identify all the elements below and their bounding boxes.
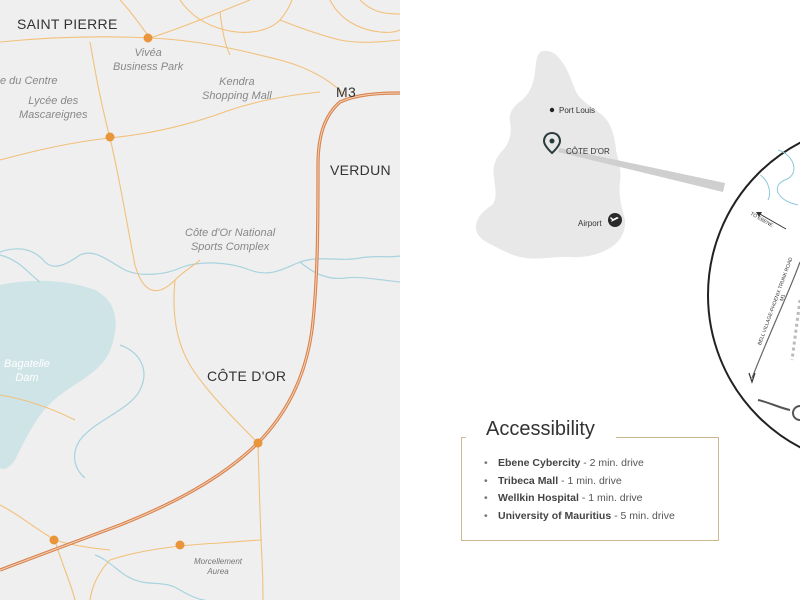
destination-name: Tribeca Mall xyxy=(498,474,559,487)
drive-time: - 1 min. drive xyxy=(578,492,643,504)
label-centre: e du Centre xyxy=(0,75,58,87)
label-saint-pierre: SAINT PIERRE xyxy=(17,16,118,32)
destination-name: University of Mauritius xyxy=(498,509,612,522)
label-island-cote-dor: CÔTE D'OR xyxy=(566,147,610,156)
destination-name: Ebene Cybercity xyxy=(498,457,581,469)
label-verdun: VERDUN xyxy=(330,162,391,178)
label-kendra-shopping-mall: Kendra Shopping Mall xyxy=(202,76,272,102)
list-item: • Wellkin Hospital - 1 min. drive xyxy=(484,492,643,504)
airplane-icon xyxy=(608,213,622,227)
port-louis-dot xyxy=(549,107,555,113)
label-m3: M3 xyxy=(336,84,357,100)
drive-time: - 5 min. drive xyxy=(611,509,675,522)
accessibility-title: Accessibility xyxy=(486,418,601,441)
list-item: • Tribeca Mall - 1 min. drive xyxy=(484,474,622,487)
list-item: • University of Mauritius - 5 min. drive xyxy=(484,509,675,522)
label-cote-dor: CÔTE D'OR xyxy=(207,368,287,384)
list-item: • Ebene Cybercity - 2 min. drive xyxy=(484,457,644,469)
destination-name: Wellkin Hospital xyxy=(498,492,579,504)
label-lycee-des-mascareignes: Lycée des Mascareignes xyxy=(19,95,88,121)
label-airport: Airport xyxy=(578,219,602,228)
label-sports-complex: Côte d'Or National Sports Complex xyxy=(185,227,276,253)
label-port-louis: Port Louis xyxy=(559,106,596,115)
area-map[interactable]: SAINT PIERRE Vivéa Business Park e du Ce… xyxy=(0,0,400,600)
drive-time: - 2 min. drive xyxy=(580,457,644,469)
label-bagatelle-dam: Bagatelle Dam xyxy=(4,358,50,384)
accessibility-list: • Ebene Cybercity - 2 min. drive • Tribeca… xyxy=(484,455,675,525)
label-morcellement-aurea: Morcellement Aurea xyxy=(194,557,243,576)
label-vivea-business-park: Vivéa Business Park xyxy=(113,47,184,73)
drive-time: - 1 min. drive xyxy=(558,474,622,487)
